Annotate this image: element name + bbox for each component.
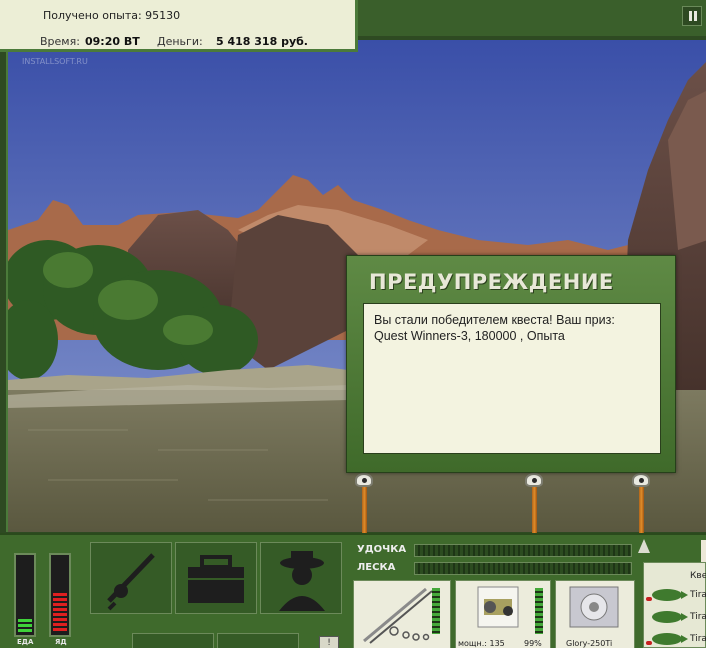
lure-name: Glory-250Ti xyxy=(566,639,613,648)
character-tile[interactable] xyxy=(260,542,342,614)
tackle-box-tile[interactable] xyxy=(175,542,257,614)
scroll-box[interactable] xyxy=(701,540,706,562)
fisherman-icon xyxy=(279,551,325,611)
alert-button[interactable]: ! xyxy=(319,636,339,648)
time-value: 09:20 ВТ xyxy=(85,35,140,48)
hook-icon xyxy=(646,641,652,645)
dialog-message: Вы стали победителем квеста! Ваш приз: Q… xyxy=(363,303,661,454)
line-bar-label: ЛЕСКА xyxy=(357,562,396,573)
fish-icon xyxy=(652,589,688,601)
warning-dialog[interactable]: ПРЕДУПРЕЖДЕНИЕ Вы стали победителем квес… xyxy=(346,255,676,473)
lure-slot[interactable]: Glory-250Ti xyxy=(555,580,635,648)
pause-button[interactable] xyxy=(682,6,702,26)
fish-icon xyxy=(652,611,688,623)
experience-text: Получено опыта: 95130 xyxy=(43,9,181,22)
poison-label: ЯД xyxy=(55,638,67,646)
quest-panel[interactable]: Кве Tira Tira Tira xyxy=(643,562,706,648)
fishing-rod-tile[interactable] xyxy=(90,542,172,614)
fishing-rod-1[interactable] xyxy=(362,487,367,533)
food-label: ЕДА xyxy=(17,638,34,646)
reel-power-text: мощн.: 135 xyxy=(458,639,505,648)
line-durability-bar xyxy=(414,562,632,575)
fish-icon xyxy=(652,633,688,645)
time-label: Время: xyxy=(40,35,80,48)
food-gauge xyxy=(14,553,36,637)
tile-button-1[interactable] xyxy=(132,633,214,648)
tackle-box-icon xyxy=(188,555,244,603)
poison-gauge-fill xyxy=(53,593,67,633)
fishing-rod-icon xyxy=(107,553,155,611)
bobber-bell-icon[interactable] xyxy=(632,473,650,487)
bobber-bell-icon[interactable] xyxy=(525,473,543,487)
rod-durability-bar xyxy=(414,544,632,557)
rod-bar-label: УДОЧКА xyxy=(357,544,407,555)
reel-percent-text: 99% xyxy=(524,639,542,648)
money-value: 5 418 318 руб. xyxy=(216,35,308,48)
fishing-rod-2[interactable] xyxy=(532,487,537,533)
arrow-up-icon[interactable] xyxy=(638,539,650,553)
quest-item[interactable]: Tira xyxy=(690,590,706,600)
poison-gauge xyxy=(49,553,71,637)
player-info-panel: Получено опыта: 95130 Время: 09:20 ВТ Де… xyxy=(0,0,358,52)
watermark-text: INSTALLSOFT.RU xyxy=(22,57,88,66)
hook-icon xyxy=(646,597,652,601)
rod-slot-meter xyxy=(432,588,440,634)
reel-slot-meter xyxy=(535,588,543,634)
dialog-title: ПРЕДУПРЕЖДЕНИЕ xyxy=(369,270,614,294)
game-screen: INSTALLSOFT.RU Получено опыта: 95130 Вре… xyxy=(0,0,706,648)
money-label: Деньги: xyxy=(157,35,203,48)
fishing-line-spool-icon xyxy=(569,586,619,628)
tile-button-2[interactable] xyxy=(217,633,299,648)
bobber-bell-icon[interactable] xyxy=(355,473,373,487)
quest-item[interactable]: Tira xyxy=(690,612,706,622)
fishing-rod-3[interactable] xyxy=(639,487,644,533)
quest-title: Кве xyxy=(690,571,706,581)
food-gauge-fill xyxy=(18,618,32,633)
quest-item[interactable]: Tira xyxy=(690,634,706,644)
